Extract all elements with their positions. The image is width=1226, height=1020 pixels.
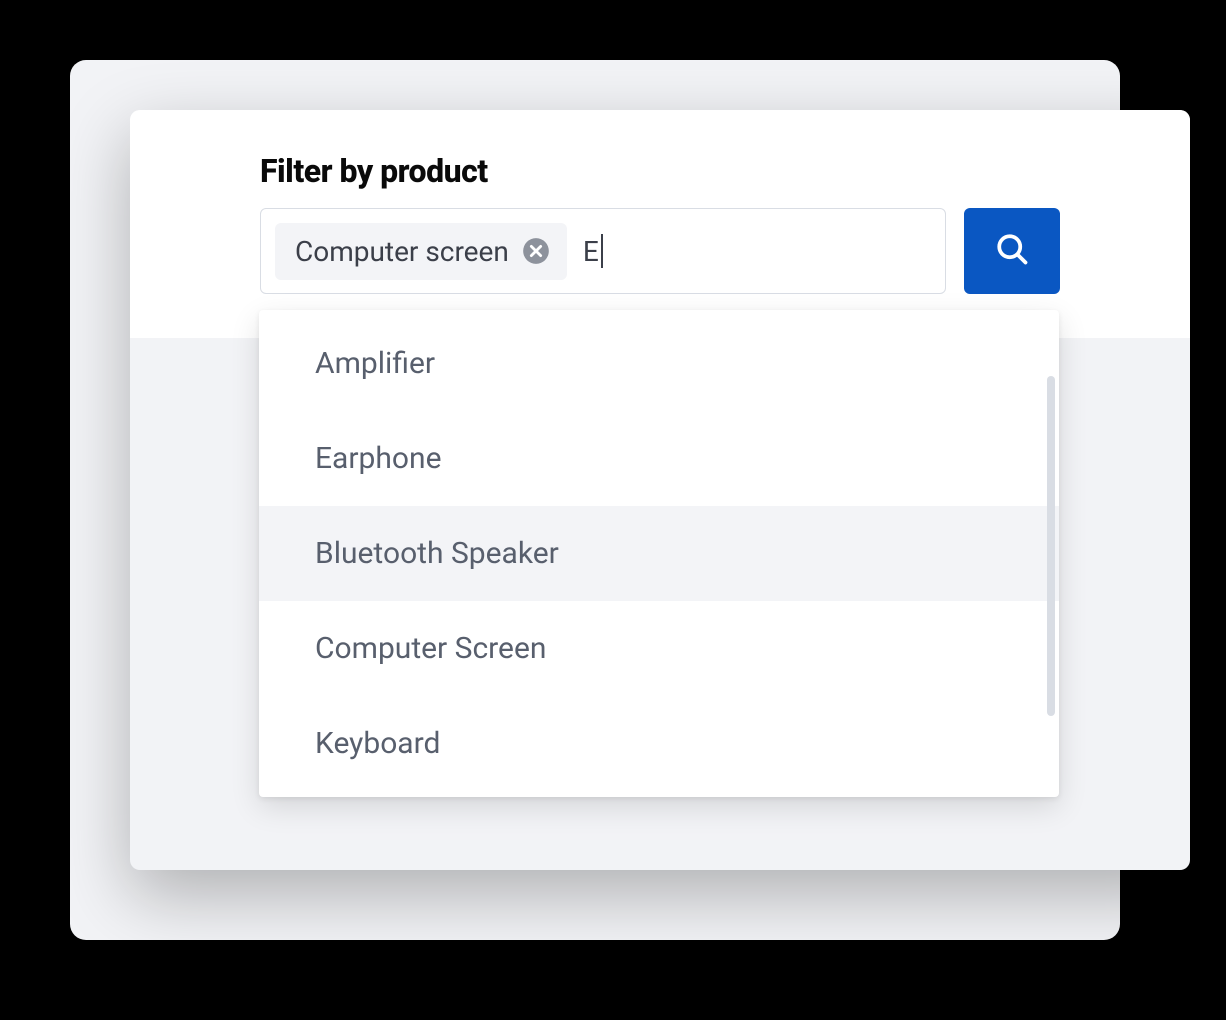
- search-button[interactable]: [964, 208, 1060, 294]
- dropdown-item-keyboard[interactable]: Keyboard: [259, 696, 1059, 791]
- search-row: Computer screen E: [260, 208, 1060, 294]
- autocomplete-dropdown: Amplifier Earphone Bluetooth Speaker Com…: [259, 310, 1059, 797]
- search-icon: [994, 231, 1030, 271]
- filter-chip[interactable]: Computer screen: [275, 223, 567, 280]
- filter-header: Filter by product Computer screen E: [130, 110, 1190, 338]
- filter-chip-label: Computer screen: [295, 235, 509, 268]
- text-cursor: [601, 234, 603, 268]
- close-circle-icon[interactable]: [521, 236, 551, 266]
- dropdown-item-computer-screen[interactable]: Computer Screen: [259, 601, 1059, 696]
- search-input[interactable]: Computer screen E: [260, 208, 946, 294]
- dropdown-item-bluetooth-speaker[interactable]: Bluetooth Speaker: [259, 506, 1059, 601]
- dropdown-item-amplifier[interactable]: Amplifier: [259, 316, 1059, 411]
- scrollbar-thumb[interactable]: [1047, 376, 1055, 716]
- search-typed-text: E: [583, 234, 603, 268]
- filter-title: Filter by product: [260, 152, 1060, 190]
- dropdown-item-earphone[interactable]: Earphone: [259, 411, 1059, 506]
